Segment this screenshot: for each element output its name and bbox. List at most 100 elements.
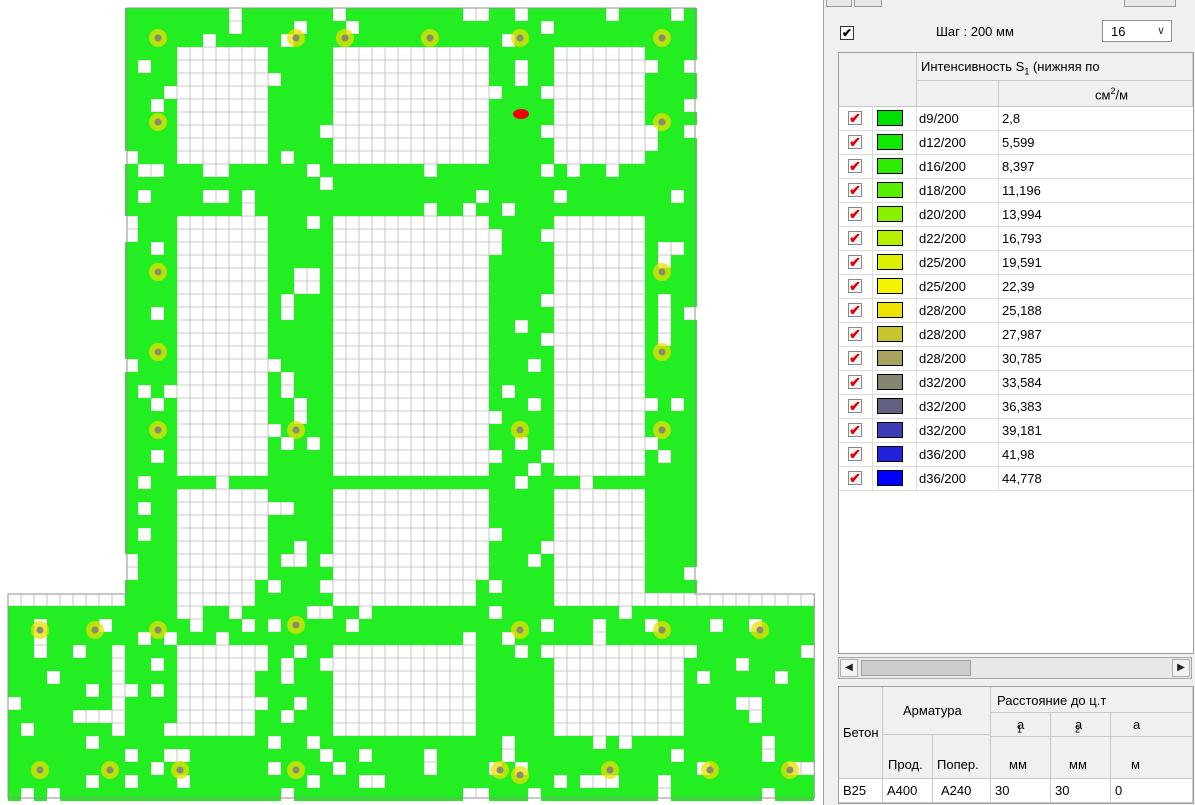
legend-row[interactable]: ✔ d25/200 19,591 bbox=[839, 251, 1193, 275]
legend-row[interactable]: ✔ d28/200 27,987 bbox=[839, 323, 1193, 347]
legend-row[interactable]: ✔ d36/200 44,778 bbox=[839, 467, 1193, 491]
legend-row[interactable]: ✔ d18/200 11,196 bbox=[839, 179, 1193, 203]
check-icon[interactable]: ✔ bbox=[848, 327, 862, 341]
color-swatch[interactable] bbox=[877, 182, 903, 198]
legend-diameter-cell[interactable]: d28/200 bbox=[917, 347, 999, 370]
legend-check-cell[interactable]: ✔ bbox=[839, 323, 873, 346]
color-swatch[interactable] bbox=[877, 230, 903, 246]
legend-row[interactable]: ✔ d28/200 30,785 bbox=[839, 347, 1193, 371]
trans-value[interactable]: A240 bbox=[933, 779, 991, 803]
legend-value-cell[interactable]: 41,98 bbox=[999, 443, 1193, 466]
check-icon[interactable]: ✔ bbox=[848, 423, 862, 437]
legend-color-cell[interactable] bbox=[873, 251, 917, 274]
legend-check-cell[interactable]: ✔ bbox=[839, 347, 873, 370]
toolbar-button-3[interactable] bbox=[1124, 0, 1176, 7]
legend-check-cell[interactable]: ✔ bbox=[839, 395, 873, 418]
legend-diameter-cell[interactable]: d28/200 bbox=[917, 299, 999, 322]
step-enable-checkbox[interactable]: ✔ bbox=[840, 26, 854, 40]
check-icon[interactable]: ✔ bbox=[848, 471, 862, 485]
legend-check-cell[interactable]: ✔ bbox=[839, 371, 873, 394]
check-icon[interactable]: ✔ bbox=[848, 399, 862, 413]
legend-diameter-cell[interactable]: d12/200 bbox=[917, 131, 999, 154]
legend-color-cell[interactable] bbox=[873, 419, 917, 442]
legend-value-cell[interactable]: 33,584 bbox=[999, 371, 1193, 394]
legend-diameter-cell[interactable]: d25/200 bbox=[917, 251, 999, 274]
color-swatch[interactable] bbox=[877, 326, 903, 342]
legend-row[interactable]: ✔ d22/200 16,793 bbox=[839, 227, 1193, 251]
color-swatch[interactable] bbox=[877, 470, 903, 486]
legend-header-unit[interactable]: см2/м bbox=[999, 81, 1193, 107]
legend-value-cell[interactable]: 11,196 bbox=[999, 179, 1193, 202]
legend-value-cell[interactable]: 36,383 bbox=[999, 395, 1193, 418]
color-swatch[interactable] bbox=[877, 254, 903, 270]
legend-row[interactable]: ✔ d32/200 39,181 bbox=[839, 419, 1193, 443]
legend-diameter-cell[interactable]: d28/200 bbox=[917, 323, 999, 346]
a1-value[interactable]: 30 bbox=[991, 779, 1051, 803]
scroll-right-icon[interactable]: ▶ bbox=[1172, 659, 1190, 677]
bar-diameter-select[interactable]: 16 ∨ bbox=[1102, 20, 1172, 42]
legend-check-cell[interactable]: ✔ bbox=[839, 251, 873, 274]
a2-value[interactable]: 30 bbox=[1051, 779, 1111, 803]
a3-value[interactable]: 0 bbox=[1111, 779, 1193, 803]
check-icon[interactable]: ✔ bbox=[848, 447, 862, 461]
legend-check-cell[interactable]: ✔ bbox=[839, 467, 873, 490]
check-icon[interactable]: ✔ bbox=[848, 279, 862, 293]
color-swatch[interactable] bbox=[877, 158, 903, 174]
legend-color-cell[interactable] bbox=[873, 131, 917, 154]
check-icon[interactable]: ✔ bbox=[848, 135, 862, 149]
legend-value-cell[interactable]: 16,793 bbox=[999, 227, 1193, 250]
legend-check-cell[interactable]: ✔ bbox=[839, 275, 873, 298]
legend-color-cell[interactable] bbox=[873, 467, 917, 490]
color-swatch[interactable] bbox=[877, 134, 903, 150]
legend-color-cell[interactable] bbox=[873, 443, 917, 466]
check-icon[interactable]: ✔ bbox=[848, 351, 862, 365]
color-swatch[interactable] bbox=[877, 446, 903, 462]
legend-diameter-cell[interactable]: d22/200 bbox=[917, 227, 999, 250]
mesh-canvas[interactable] bbox=[0, 0, 815, 805]
color-swatch[interactable] bbox=[877, 398, 903, 414]
legend-color-cell[interactable] bbox=[873, 179, 917, 202]
legend-diameter-cell[interactable]: d32/200 bbox=[917, 371, 999, 394]
legend-color-cell[interactable] bbox=[873, 227, 917, 250]
legend-color-cell[interactable] bbox=[873, 323, 917, 346]
legend-diameter-cell[interactable]: d36/200 bbox=[917, 443, 999, 466]
legend-diameter-cell[interactable]: d18/200 bbox=[917, 179, 999, 202]
legend-diameter-cell[interactable]: d36/200 bbox=[917, 467, 999, 490]
check-icon[interactable]: ✔ bbox=[848, 303, 862, 317]
legend-check-cell[interactable]: ✔ bbox=[839, 299, 873, 322]
legend-value-cell[interactable]: 30,785 bbox=[999, 347, 1193, 370]
legend-row[interactable]: ✔ d20/200 13,994 bbox=[839, 203, 1193, 227]
check-icon[interactable]: ✔ bbox=[848, 111, 862, 125]
legend-color-cell[interactable] bbox=[873, 203, 917, 226]
legend-value-cell[interactable]: 5,599 bbox=[999, 131, 1193, 154]
check-icon[interactable]: ✔ bbox=[848, 207, 862, 221]
legend-color-cell[interactable] bbox=[873, 371, 917, 394]
reinforcement-plot[interactable] bbox=[0, 0, 815, 805]
legend-value-cell[interactable]: 27,987 bbox=[999, 323, 1193, 346]
legend-value-cell[interactable]: 8,397 bbox=[999, 155, 1193, 178]
legend-diameter-cell[interactable]: d16/200 bbox=[917, 155, 999, 178]
legend-diameter-cell[interactable]: d20/200 bbox=[917, 203, 999, 226]
legend-header-title[interactable]: Интенсивность S1 (нижняя по bbox=[917, 53, 1193, 81]
toolbar-button-1[interactable] bbox=[826, 0, 852, 7]
legend-row[interactable]: ✔ d32/200 36,383 bbox=[839, 395, 1193, 419]
color-swatch[interactable] bbox=[877, 206, 903, 222]
concrete-value[interactable]: B25 bbox=[839, 779, 883, 803]
legend-check-cell[interactable]: ✔ bbox=[839, 107, 873, 130]
legend-check-cell[interactable]: ✔ bbox=[839, 179, 873, 202]
legend-color-cell[interactable] bbox=[873, 155, 917, 178]
legend-color-cell[interactable] bbox=[873, 275, 917, 298]
legend-diameter-cell[interactable]: d32/200 bbox=[917, 395, 999, 418]
legend-row[interactable]: ✔ d12/200 5,599 bbox=[839, 131, 1193, 155]
long-value[interactable]: A400 bbox=[883, 779, 933, 803]
legend-value-cell[interactable]: 2,8 bbox=[999, 107, 1193, 130]
legend-check-cell[interactable]: ✔ bbox=[839, 227, 873, 250]
legend-value-cell[interactable]: 19,591 bbox=[999, 251, 1193, 274]
legend-row[interactable]: ✔ d16/200 8,397 bbox=[839, 155, 1193, 179]
check-icon[interactable]: ✔ bbox=[848, 255, 862, 269]
horizontal-scrollbar[interactable]: ◀ ▶ bbox=[838, 657, 1192, 679]
legend-row[interactable]: ✔ d9/200 2,8 bbox=[839, 107, 1193, 131]
color-swatch[interactable] bbox=[877, 350, 903, 366]
color-swatch[interactable] bbox=[877, 374, 903, 390]
legend-value-cell[interactable]: 39,181 bbox=[999, 419, 1193, 442]
